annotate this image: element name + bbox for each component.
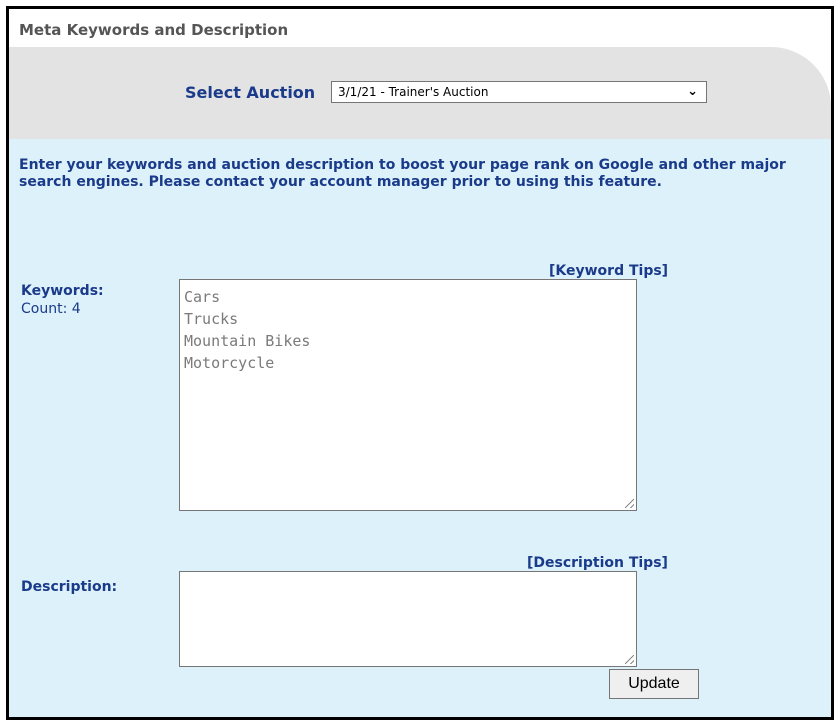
keyword-count-label: Count: xyxy=(21,301,68,317)
keyword-line: Mountain Bikes xyxy=(184,332,311,350)
keyword-tips-link[interactable]: [Keyword Tips] xyxy=(549,263,668,279)
description-label: Description: xyxy=(21,579,118,595)
description-textarea[interactable] xyxy=(179,571,637,667)
auction-select[interactable]: 3/1/21 - Trainer's Auction ⌄ xyxy=(331,81,707,103)
resize-grip-icon[interactable] xyxy=(625,655,634,664)
keyword-line: Motorcycle xyxy=(184,354,275,372)
auction-select-value: 3/1/21 - Trainer's Auction xyxy=(338,85,489,99)
intro-text: Enter your keywords and auction descript… xyxy=(19,157,786,190)
keywords-textarea[interactable]: Cars Trucks Mountain Bikes Motorcycle xyxy=(179,279,637,511)
content-area: Enter your keywords and auction descript… xyxy=(9,139,831,717)
meta-keywords-panel: Meta Keywords and Description Select Auc… xyxy=(6,6,834,720)
keywords-label: Keywords: xyxy=(21,283,104,299)
keyword-line: Trucks xyxy=(184,310,239,328)
keyword-count-value: 4 xyxy=(71,301,81,317)
auction-select-bar: Select Auction 3/1/21 - Trainer's Auctio… xyxy=(9,47,831,139)
resize-grip-icon[interactable] xyxy=(625,499,634,508)
chevron-down-icon: ⌄ xyxy=(687,84,698,99)
keyword-line: Cars xyxy=(184,288,221,306)
keyword-count: Count: 4 xyxy=(21,301,81,317)
description-tips-link[interactable]: [Description Tips] xyxy=(527,555,668,571)
update-button[interactable]: Update xyxy=(609,669,699,699)
select-auction-label: Select Auction xyxy=(185,83,316,102)
panel-title: Meta Keywords and Description xyxy=(19,21,289,39)
